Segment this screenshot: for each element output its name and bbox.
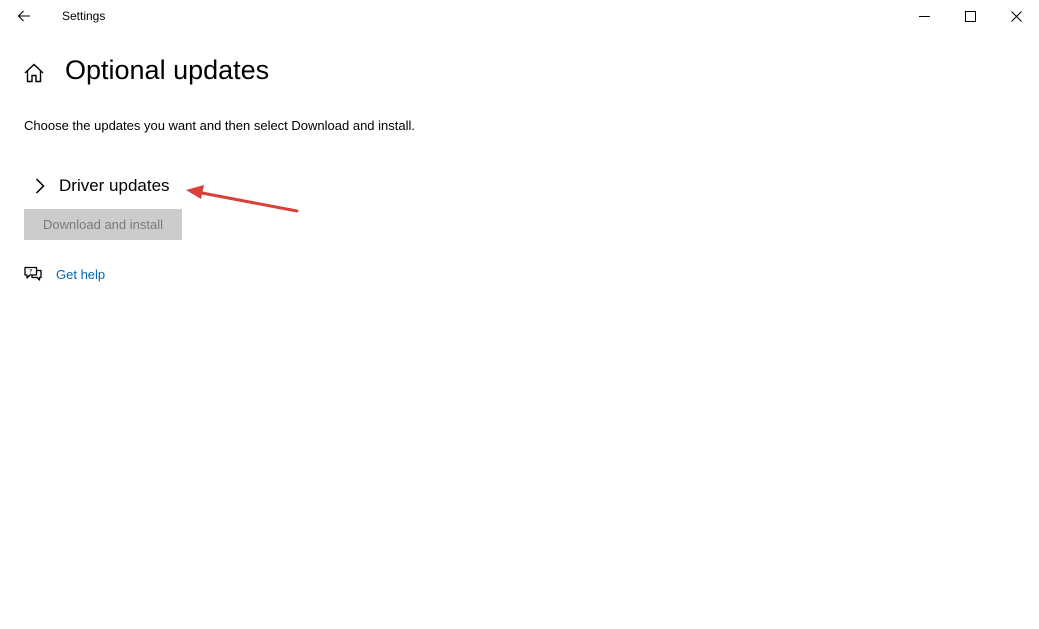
- minimize-icon: [918, 15, 930, 17]
- page-description: Choose the updates you want and then sel…: [24, 118, 415, 133]
- maximize-icon: [964, 10, 976, 22]
- chevron-right-icon: [30, 176, 50, 196]
- app-title: Settings: [62, 9, 106, 23]
- page-title: Optional updates: [65, 55, 270, 85]
- close-button[interactable]: [993, 0, 1039, 32]
- minimize-button[interactable]: [901, 0, 947, 32]
- back-arrow-icon: [17, 10, 30, 22]
- chat-help-icon: ?: [24, 266, 42, 281]
- driver-updates-expander[interactable]: Driver updates: [30, 172, 170, 200]
- back-button[interactable]: [9, 2, 39, 30]
- title-bar: Settings: [0, 0, 1039, 32]
- get-help-link[interactable]: ? Get help: [23, 264, 105, 284]
- home-button[interactable]: [22, 61, 46, 85]
- close-icon: [1010, 10, 1022, 22]
- home-icon: [24, 63, 44, 83]
- download-and-install-button[interactable]: Download and install: [24, 209, 182, 240]
- maximize-button[interactable]: [947, 0, 993, 32]
- annotation-arrow: [186, 185, 299, 213]
- settings-window: Settings Optional updates Choose the upd…: [0, 0, 1039, 629]
- driver-updates-label: Driver updates: [59, 176, 170, 195]
- svg-text:?: ?: [29, 268, 32, 276]
- get-help-label: Get help: [56, 266, 106, 282]
